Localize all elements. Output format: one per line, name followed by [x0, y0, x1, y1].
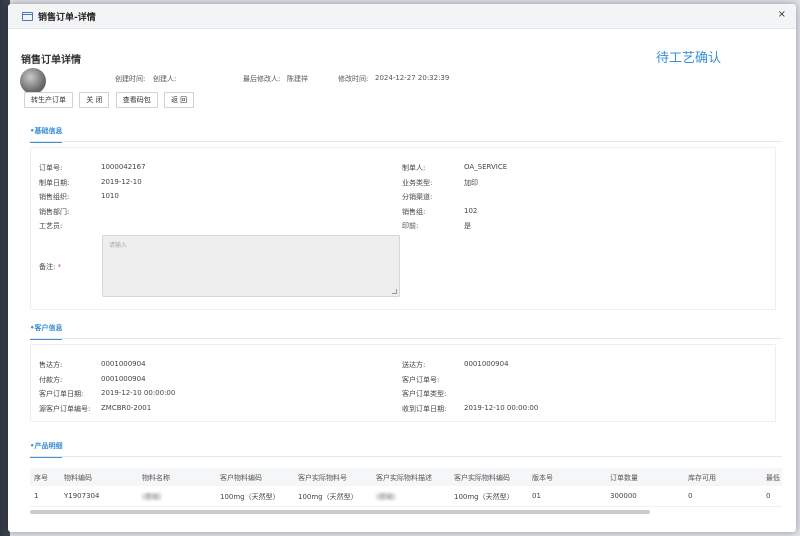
maker-label: 制单人:	[402, 164, 426, 172]
biz-type-label: 业务类型:	[402, 179, 433, 187]
sales-group-label: 销售组:	[402, 208, 426, 216]
received-date-label: 收到订单日期:	[402, 405, 447, 413]
src-order-no-value: ZMCBR0-2001	[101, 404, 152, 412]
order-no-value: 1000042167	[101, 163, 146, 171]
sales-group-value: 102	[464, 207, 478, 215]
dialog-titlebar: 销售订单-详情 ×	[8, 4, 796, 29]
table-cell: 01	[532, 492, 541, 500]
sales-order-detail-dialog: 销售订单-详情 × 销售订单详情 待工艺确认 创建时间: 创建人: 最后修改人:…	[8, 4, 796, 532]
close-button[interactable]: 关 闭	[79, 92, 110, 108]
creator-label: 创建人:	[153, 75, 177, 83]
modified-time-value: 2024-12-27 20:32:39	[375, 74, 450, 82]
col-header: 客户实际物料编码	[454, 474, 510, 482]
created-time-label: 创建时间:	[115, 75, 146, 83]
cust-order-date-value: 2019-12-10 00:00:00	[101, 389, 176, 397]
dialog-title: 销售订单-详情	[38, 13, 96, 23]
sales-org-value: 1010	[101, 192, 119, 200]
craftsman-label: 工艺员:	[39, 222, 63, 230]
received-date-value: 2019-12-10 00:00:00	[464, 404, 539, 412]
view-code-pack-button[interactable]: 查看码包	[115, 92, 158, 108]
col-header: 库存可用	[688, 474, 716, 482]
col-header: 序号	[34, 474, 48, 482]
table-cell: 1	[34, 492, 39, 500]
table-cell: 100mg（天然型）	[220, 493, 280, 501]
window-icon	[22, 12, 33, 21]
table-cell: 100mg（天然型）	[298, 493, 358, 501]
col-header: 订单数量	[610, 474, 638, 482]
order-date-value: 2019-12-10	[101, 178, 142, 186]
to-production-order-button[interactable]: 转生产订单	[24, 92, 73, 108]
cust-order-no-label: 客户订单号:	[402, 376, 440, 384]
table-cell: 300000	[610, 492, 637, 500]
src-order-no-label: 源客户订单编号:	[39, 405, 91, 413]
table-cell-blurred: (模糊)	[142, 493, 162, 501]
table-header: 序号 物料编码 物料名称 客户物料编码 客户实际物料号 客户实际物料描述 客户实…	[30, 468, 782, 487]
col-header: 物料名称	[142, 474, 170, 482]
sold-to-label: 售达方:	[39, 361, 63, 369]
required-mark: *	[57, 263, 62, 271]
table-cell: Y1907304	[64, 492, 100, 500]
col-header: 客户实际物料号	[298, 474, 347, 482]
remark-label: 备注: *	[39, 263, 62, 271]
prepress-label: 印前:	[402, 222, 419, 230]
action-toolbar: 转生产订单 关 闭 查看码包 返 回	[24, 92, 198, 108]
order-no-label: 订单号:	[39, 164, 63, 172]
page-title: 销售订单详情	[21, 55, 81, 66]
status-badge: 待工艺确认	[656, 51, 722, 66]
avatar	[20, 68, 46, 94]
cust-order-date-label: 客户订单日期:	[39, 390, 84, 398]
back-button[interactable]: 返 回	[163, 92, 195, 108]
resize-handle-icon[interactable]	[392, 289, 397, 294]
table-cell-blurred: (模糊)	[376, 493, 396, 501]
col-header: 最低	[766, 474, 780, 482]
table-cell: 0	[766, 492, 771, 500]
sales-org-label: 销售组织:	[39, 193, 70, 201]
col-header: 物料编码	[64, 474, 92, 482]
section-divider	[30, 338, 782, 339]
table-cell: 100mg（天然型）	[454, 493, 514, 501]
horizontal-scrollbar[interactable]	[30, 510, 650, 514]
sold-to-value: 0001000904	[101, 360, 146, 368]
ship-to-value: 0001000904	[464, 360, 509, 368]
channel-label: 分销渠道:	[402, 193, 433, 201]
payer-value: 0001000904	[101, 375, 146, 383]
biz-type-value: 加印	[464, 179, 478, 187]
table-cell: 0	[688, 492, 693, 500]
close-icon[interactable]: ×	[778, 9, 786, 20]
cust-order-type-label: 客户订单类型:	[402, 390, 447, 398]
ship-to-label: 送达方:	[402, 361, 426, 369]
table-row[interactable]: 1 Y1907304 (模糊) 100mg（天然型） 100mg（天然型） (模…	[30, 486, 782, 507]
last-modifier-value: 陈建祥	[287, 75, 308, 83]
prepress-value: 是	[464, 222, 471, 230]
order-date-label: 制单日期:	[39, 179, 70, 187]
modified-time-label: 修改时间:	[338, 75, 369, 83]
col-header: 客户物料编码	[220, 474, 262, 482]
section-divider	[30, 141, 782, 142]
section-divider	[30, 456, 782, 457]
last-modifier-label: 最后修改人:	[243, 75, 281, 83]
sales-dept-label: 销售部门:	[39, 208, 70, 216]
col-header: 客户实际物料描述	[376, 474, 432, 482]
remark-textarea[interactable]: 请输入	[102, 235, 400, 297]
col-header: 版本号	[532, 474, 553, 482]
maker-value: OA_SERVICE	[464, 163, 508, 171]
remark-placeholder: 请输入	[109, 242, 128, 249]
payer-label: 付款方:	[39, 376, 63, 384]
